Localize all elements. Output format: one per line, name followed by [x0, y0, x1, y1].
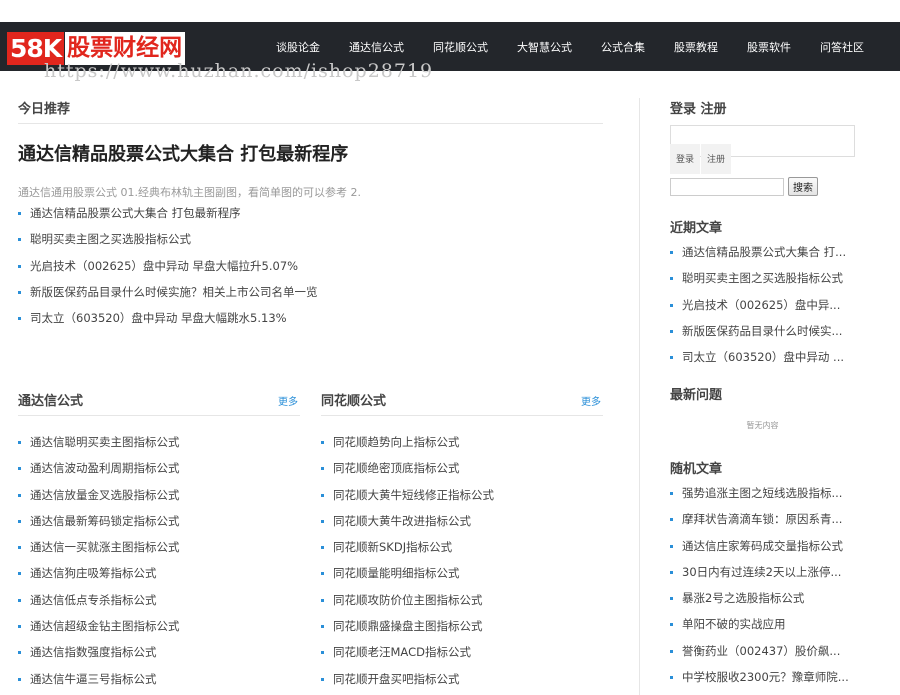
list-item[interactable]: 通达信精品股票公式大集合 打包最新程序	[18, 200, 603, 226]
list-item[interactable]: 暴涨2号之选股指标公式	[670, 585, 855, 611]
nav-item[interactable]: 问答社区	[820, 39, 864, 55]
list-item[interactable]: 光启技术（002625）盘中异动 早盘大幅拉升5.07%	[18, 253, 603, 279]
headline-excerpt: 通达信通用股票公式 01.经典布林轨主图副图，看简单图的可以参考 2.	[18, 186, 361, 199]
login-button[interactable]: 登录	[670, 144, 701, 174]
ths-header: 同花顺公式 更多	[321, 390, 603, 416]
nav-item[interactable]: 股票教程	[674, 39, 718, 55]
nav-item[interactable]: 通达信公式	[349, 39, 404, 55]
list-item[interactable]: 司太立（603520）盘中异动 ...	[670, 344, 855, 370]
ths-title: 同花顺公式	[321, 394, 387, 409]
list-item[interactable]: 通达信庄家筹码成交量指标公式	[670, 533, 855, 559]
list-item[interactable]: 通达信聪明买卖主图指标公式	[18, 429, 300, 455]
list-item[interactable]: 同花顺大黄牛改进指标公式	[321, 508, 603, 534]
main-menu: 谈股论金 通达信公式 同花顺公式 大智慧公式 公式合集 股票教程 股票软件 问答…	[276, 22, 864, 71]
nav-item[interactable]: 公式合集	[601, 39, 645, 55]
list-item[interactable]: 同花顺新SKDJ指标公式	[321, 534, 603, 560]
sidebar: 登录 注册 登录 注册 搜索 近期文章 通达信精品股票公式大集合 打... 聪明…	[670, 98, 855, 684]
list-item[interactable]: 单阳不破的实战应用	[670, 611, 855, 637]
search-button[interactable]: 搜索	[788, 177, 818, 196]
list-item[interactable]: 新版医保药品目录什么时候实...	[670, 318, 855, 344]
list-item[interactable]: 司太立（603520）盘中异动 早盘大幅跳水5.13%	[18, 305, 603, 331]
list-item[interactable]: 通达信精品股票公式大集合 打...	[670, 239, 855, 265]
search-form: 搜索	[670, 177, 818, 196]
tdx-title: 通达信公式	[18, 394, 84, 409]
list-item[interactable]: 光启技术（002625）盘中异...	[670, 292, 855, 318]
list-item[interactable]: 新版医保药品目录什么时候实施？相关上市公司名单一览	[18, 279, 603, 305]
list-item[interactable]: 摩拜状告滴滴车锁：原因系青...	[670, 506, 855, 532]
login-buttons: 登录 注册	[670, 144, 732, 174]
ths-column: 同花顺公式 更多 同花顺趋势向上指标公式 同花顺绝密顶底指标公式 同花顺大黄牛短…	[321, 390, 603, 692]
search-input[interactable]	[670, 177, 784, 196]
list-item[interactable]: 同花顺绝密顶底指标公式	[321, 455, 603, 481]
list-item[interactable]: 强势追涨主图之短线选股指标...	[670, 480, 855, 506]
recent-list: 通达信精品股票公式大集合 打... 聪明买卖主图之买选股指标公式 光启技术（00…	[670, 239, 855, 370]
list-item[interactable]: 聪明买卖主图之买选股指标公式	[670, 265, 855, 291]
list-item[interactable]: 同花顺大黄牛短线修正指标公式	[321, 482, 603, 508]
today-section: 今日推荐 通达信精品股票公式大集合 打包最新程序 通达信通用股票公式 01.经典…	[18, 98, 603, 331]
list-item[interactable]: 通达信波动盈利周期指标公式	[18, 455, 300, 481]
list-item[interactable]: 中学校服收2300元？豫章师院...	[670, 664, 855, 690]
list-item[interactable]: 同花顺量能明细指标公式	[321, 560, 603, 586]
latest-questions: 最新问题 暂无内容	[670, 384, 855, 431]
nav-item[interactable]: 同花顺公式	[433, 39, 488, 55]
tdx-header: 通达信公式 更多	[18, 390, 300, 416]
list-item[interactable]: 誉衡药业（002437）股价飙...	[670, 638, 855, 664]
list-item[interactable]: 同花顺开盘买吧指标公式	[321, 666, 603, 692]
list-item[interactable]: 通达信牛逼三号指标公式	[18, 666, 300, 692]
nav-item[interactable]: 大智慧公式	[517, 39, 572, 55]
random-title: 随机文章	[670, 462, 723, 477]
recent-articles: 近期文章 通达信精品股票公式大集合 打... 聪明买卖主图之买选股指标公式 光启…	[670, 217, 855, 370]
questions-empty: 暂无内容	[746, 421, 779, 430]
tdx-list: 通达信聪明买卖主图指标公式 通达信波动盈利周期指标公式 通达信放量金叉选股指标公…	[18, 429, 300, 692]
top-strip	[0, 0, 900, 22]
register-button[interactable]: 注册	[701, 144, 732, 174]
nav-item[interactable]: 谈股论金	[276, 39, 320, 55]
list-item[interactable]: 同花顺老汪MACD指标公式	[321, 639, 603, 665]
tdx-more-link[interactable]: 更多	[278, 393, 298, 408]
list-item[interactable]: 通达信指数强度指标公式	[18, 639, 300, 665]
list-item[interactable]: 通达信最新筹码锁定指标公式	[18, 508, 300, 534]
tdx-column: 通达信公式 更多 通达信聪明买卖主图指标公式 通达信波动盈利周期指标公式 通达信…	[18, 390, 300, 692]
ths-more-link[interactable]: 更多	[581, 393, 601, 408]
random-articles: 随机文章 强势追涨主图之短线选股指标... 摩拜状告滴滴车锁：原因系青... 通…	[670, 458, 855, 690]
list-item[interactable]: 通达信狗庄吸筹指标公式	[18, 560, 300, 586]
list-item[interactable]: 同花顺鼎盛操盘主图指标公式	[321, 613, 603, 639]
list-item[interactable]: 通达信一买就涨主图指标公式	[18, 534, 300, 560]
list-item[interactable]: 30日内有过连续2天以上涨停...	[670, 559, 855, 585]
list-item[interactable]: 同花顺趋势向上指标公式	[321, 429, 603, 455]
list-item[interactable]: 通达信低点专杀指标公式	[18, 587, 300, 613]
list-item[interactable]: 通达信放量金叉选股指标公式	[18, 482, 300, 508]
recent-title: 近期文章	[670, 221, 723, 236]
login-title: 登录 注册	[670, 102, 727, 117]
column-divider	[639, 98, 640, 695]
list-item[interactable]: 聪明买卖主图之买选股指标公式	[18, 226, 603, 252]
questions-title: 最新问题	[670, 388, 723, 403]
today-list: 通达信精品股票公式大集合 打包最新程序 聪明买卖主图之买选股指标公式 光启技术（…	[18, 200, 603, 331]
ths-list: 同花顺趋势向上指标公式 同花顺绝密顶底指标公式 同花顺大黄牛短线修正指标公式 同…	[321, 429, 603, 692]
nav-item[interactable]: 股票软件	[747, 39, 791, 55]
headline-link[interactable]: 通达信精品股票公式大集合 打包最新程序	[18, 140, 603, 166]
today-title: 今日推荐	[18, 98, 603, 124]
list-item[interactable]: 通达信超级金钻主图指标公式	[18, 613, 300, 639]
random-list: 强势追涨主图之短线选股指标... 摩拜状告滴滴车锁：原因系青... 通达信庄家筹…	[670, 480, 855, 690]
list-item[interactable]: 同花顺攻防价位主图指标公式	[321, 587, 603, 613]
